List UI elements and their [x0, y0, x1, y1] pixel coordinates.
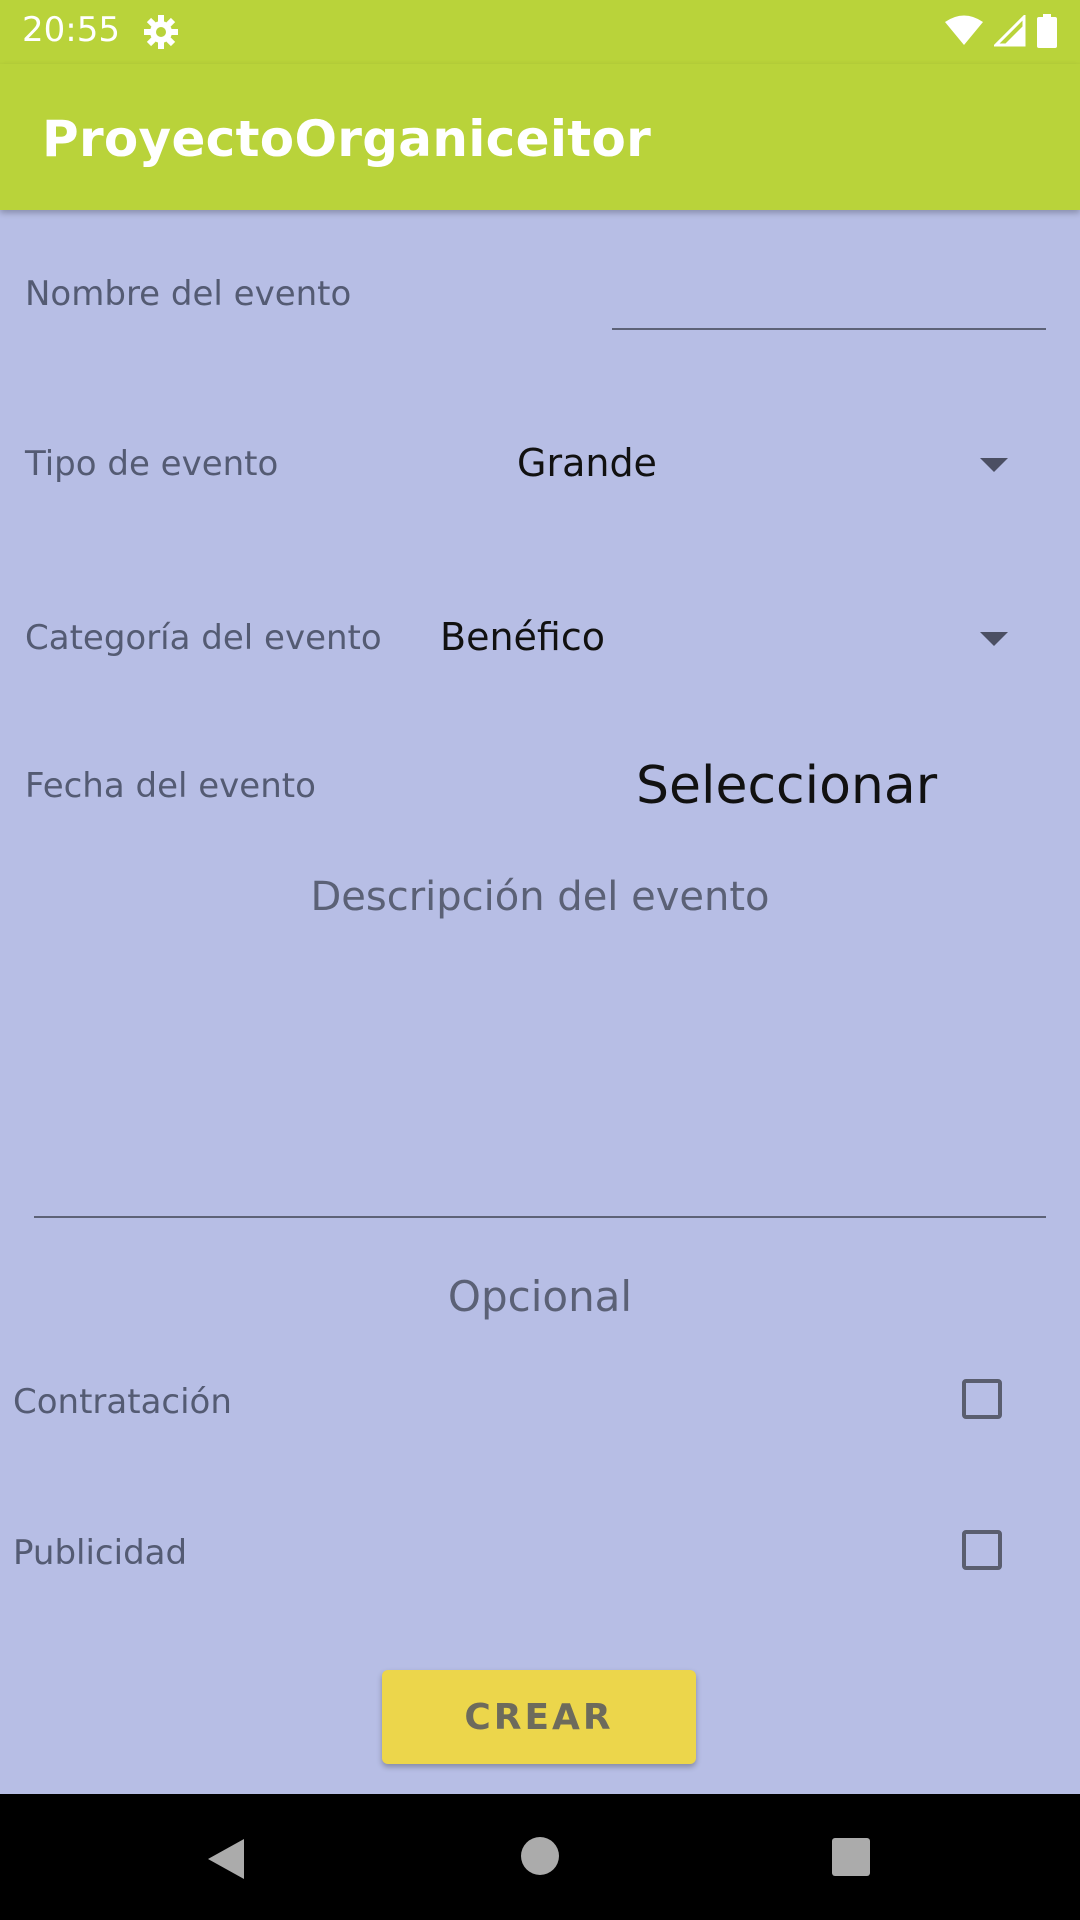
crear-button[interactable]: CREAR — [382, 1670, 696, 1764]
description-underline[interactable] — [34, 1216, 1046, 1218]
status-time: 20:55 — [22, 10, 120, 50]
publicidad-checkbox[interactable] — [962, 1530, 1002, 1570]
contratacion-label: Contratación — [13, 1382, 232, 1422]
tipo-spinner[interactable]: Grande — [517, 441, 657, 485]
chevron-down-icon[interactable] — [980, 458, 1008, 472]
tipo-label: Tipo de evento — [25, 444, 279, 484]
back-icon[interactable] — [206, 1837, 246, 1885]
fecha-label: Fecha del evento — [25, 766, 316, 806]
contratacion-checkbox[interactable] — [962, 1379, 1002, 1419]
chevron-down-icon[interactable] — [980, 632, 1008, 646]
categoria-label: Categoría del evento — [25, 618, 382, 658]
select-date-button[interactable]: Seleccionar — [636, 756, 937, 816]
wifi-icon — [944, 15, 984, 51]
settings-gear-icon — [143, 14, 179, 50]
signal-icon — [992, 13, 1026, 51]
app-bar: ProyectoOrganiceitor — [0, 64, 1080, 210]
home-icon[interactable] — [521, 1837, 559, 1875]
event-form: Nombre del evento Tipo de evento Grande … — [0, 210, 1080, 1794]
status-bar: 20:55 — [0, 0, 1080, 64]
nombre-input-underline[interactable] — [612, 328, 1046, 330]
publicidad-label: Publicidad — [13, 1533, 188, 1573]
categoria-spinner[interactable]: Benéfico — [440, 615, 605, 659]
recents-icon[interactable] — [832, 1838, 870, 1876]
description-input[interactable]: Descripción del evento — [0, 874, 1080, 920]
nombre-label: Nombre del evento — [25, 274, 352, 314]
optional-heading: Opcional — [447, 1272, 633, 1321]
app-title: ProyectoOrganiceitor — [42, 110, 652, 168]
battery-icon — [1036, 14, 1058, 52]
